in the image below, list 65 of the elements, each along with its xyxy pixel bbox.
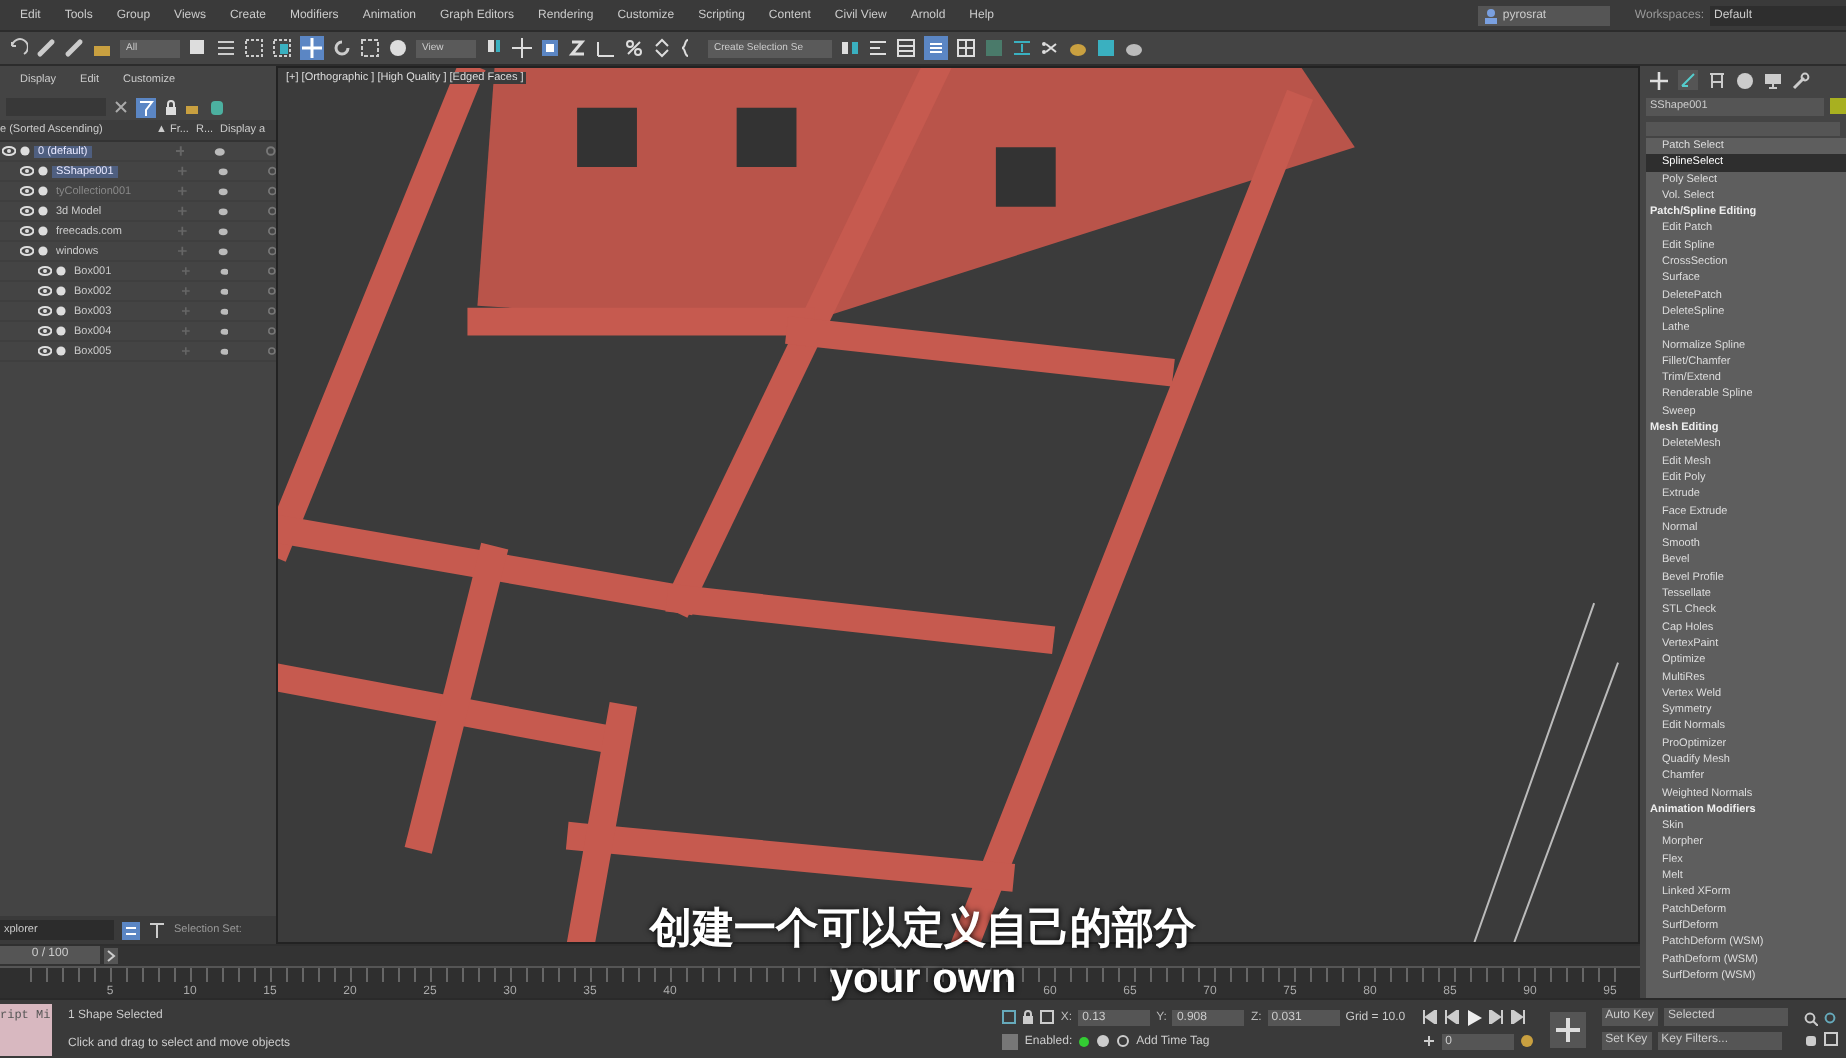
object-dot-icon: [56, 266, 66, 276]
schematic-icon[interactable]: [1012, 38, 1032, 58]
modify-icon[interactable]: [1678, 70, 1698, 90]
object-dot-icon: [38, 226, 48, 236]
layer-explorer-icon[interactable]: [122, 921, 140, 939]
eye-icon[interactable]: [20, 226, 34, 236]
eye-icon[interactable]: [20, 246, 34, 256]
go-to-end-icon[interactable]: [1509, 1010, 1526, 1024]
nodes-icon[interactable]: [1040, 38, 1060, 58]
eye-icon[interactable]: [38, 346, 52, 356]
spinner-snap-icon[interactable]: [652, 38, 672, 58]
next-arrow-icon[interactable]: [104, 947, 118, 963]
eye-icon[interactable]: [20, 206, 34, 216]
circle-icon[interactable]: [1736, 71, 1754, 89]
eye-icon[interactable]: [38, 326, 52, 336]
eye-icon[interactable]: [20, 166, 34, 176]
snap-icon[interactable]: [568, 38, 588, 58]
object-dot-icon: [38, 186, 48, 196]
align-icon[interactable]: [868, 38, 888, 58]
object-dot-icon: [56, 326, 66, 336]
object-dot-icon: [56, 346, 66, 356]
subtitle-text: your own: [829, 954, 1017, 1004]
lock-icon[interactable]: [164, 99, 178, 115]
next-frame-icon[interactable]: [1487, 1010, 1504, 1024]
lock-icon[interactable]: [1022, 1010, 1035, 1024]
maximize-icon[interactable]: [1824, 1032, 1838, 1046]
monitor-icon[interactable]: [1764, 71, 1782, 89]
wrench-icon[interactable]: [1792, 71, 1810, 89]
previous-frame-icon[interactable]: [1443, 1010, 1460, 1024]
object-dot-icon: [20, 146, 30, 156]
sphere-icon[interactable]: [388, 38, 408, 58]
pivot-icon[interactable]: [484, 38, 504, 58]
angle-snap-icon[interactable]: [596, 38, 616, 58]
object-color-swatch[interactable]: [1830, 98, 1846, 114]
object-dot-icon: [38, 246, 48, 256]
object-dot-icon: [38, 166, 48, 176]
rotate-icon[interactable]: [332, 38, 352, 58]
eye-icon[interactable]: [2, 146, 16, 156]
object-dot-icon: [56, 286, 66, 296]
object-dot-icon: [56, 306, 66, 316]
eye-icon[interactable]: [38, 306, 52, 316]
list-icon[interactable]: [216, 38, 236, 58]
percent-snap-icon[interactable]: [624, 38, 644, 58]
eye-icon[interactable]: [38, 266, 52, 276]
undo-arrow-icon[interactable]: [8, 38, 28, 58]
go-to-start-icon[interactable]: [1421, 1010, 1438, 1024]
layers-icon[interactable]: [924, 36, 948, 60]
filter-icon[interactable]: [136, 97, 156, 117]
mirror-icon[interactable]: [840, 38, 860, 58]
object-dot-icon: [38, 206, 48, 216]
play-icon[interactable]: [1465, 1009, 1482, 1025]
close-icon[interactable]: [114, 100, 128, 114]
region-select-icon[interactable]: [244, 38, 264, 58]
table-icon[interactable]: [896, 38, 916, 58]
set-key-plus-icon[interactable]: [1549, 1011, 1586, 1047]
grid-icon[interactable]: [956, 38, 976, 58]
plus-icon[interactable]: [1650, 71, 1668, 89]
zoom-icon[interactable]: [1804, 1012, 1818, 1026]
scale-icon[interactable]: [360, 38, 380, 58]
move-icon[interactable]: [300, 36, 324, 60]
crosshair-icon[interactable]: [512, 38, 532, 58]
status-dot-icon: [1078, 1035, 1091, 1047]
window-crossing-icon[interactable]: [272, 38, 292, 58]
eye-icon[interactable]: [38, 286, 52, 296]
person-icon: [1484, 7, 1499, 23]
